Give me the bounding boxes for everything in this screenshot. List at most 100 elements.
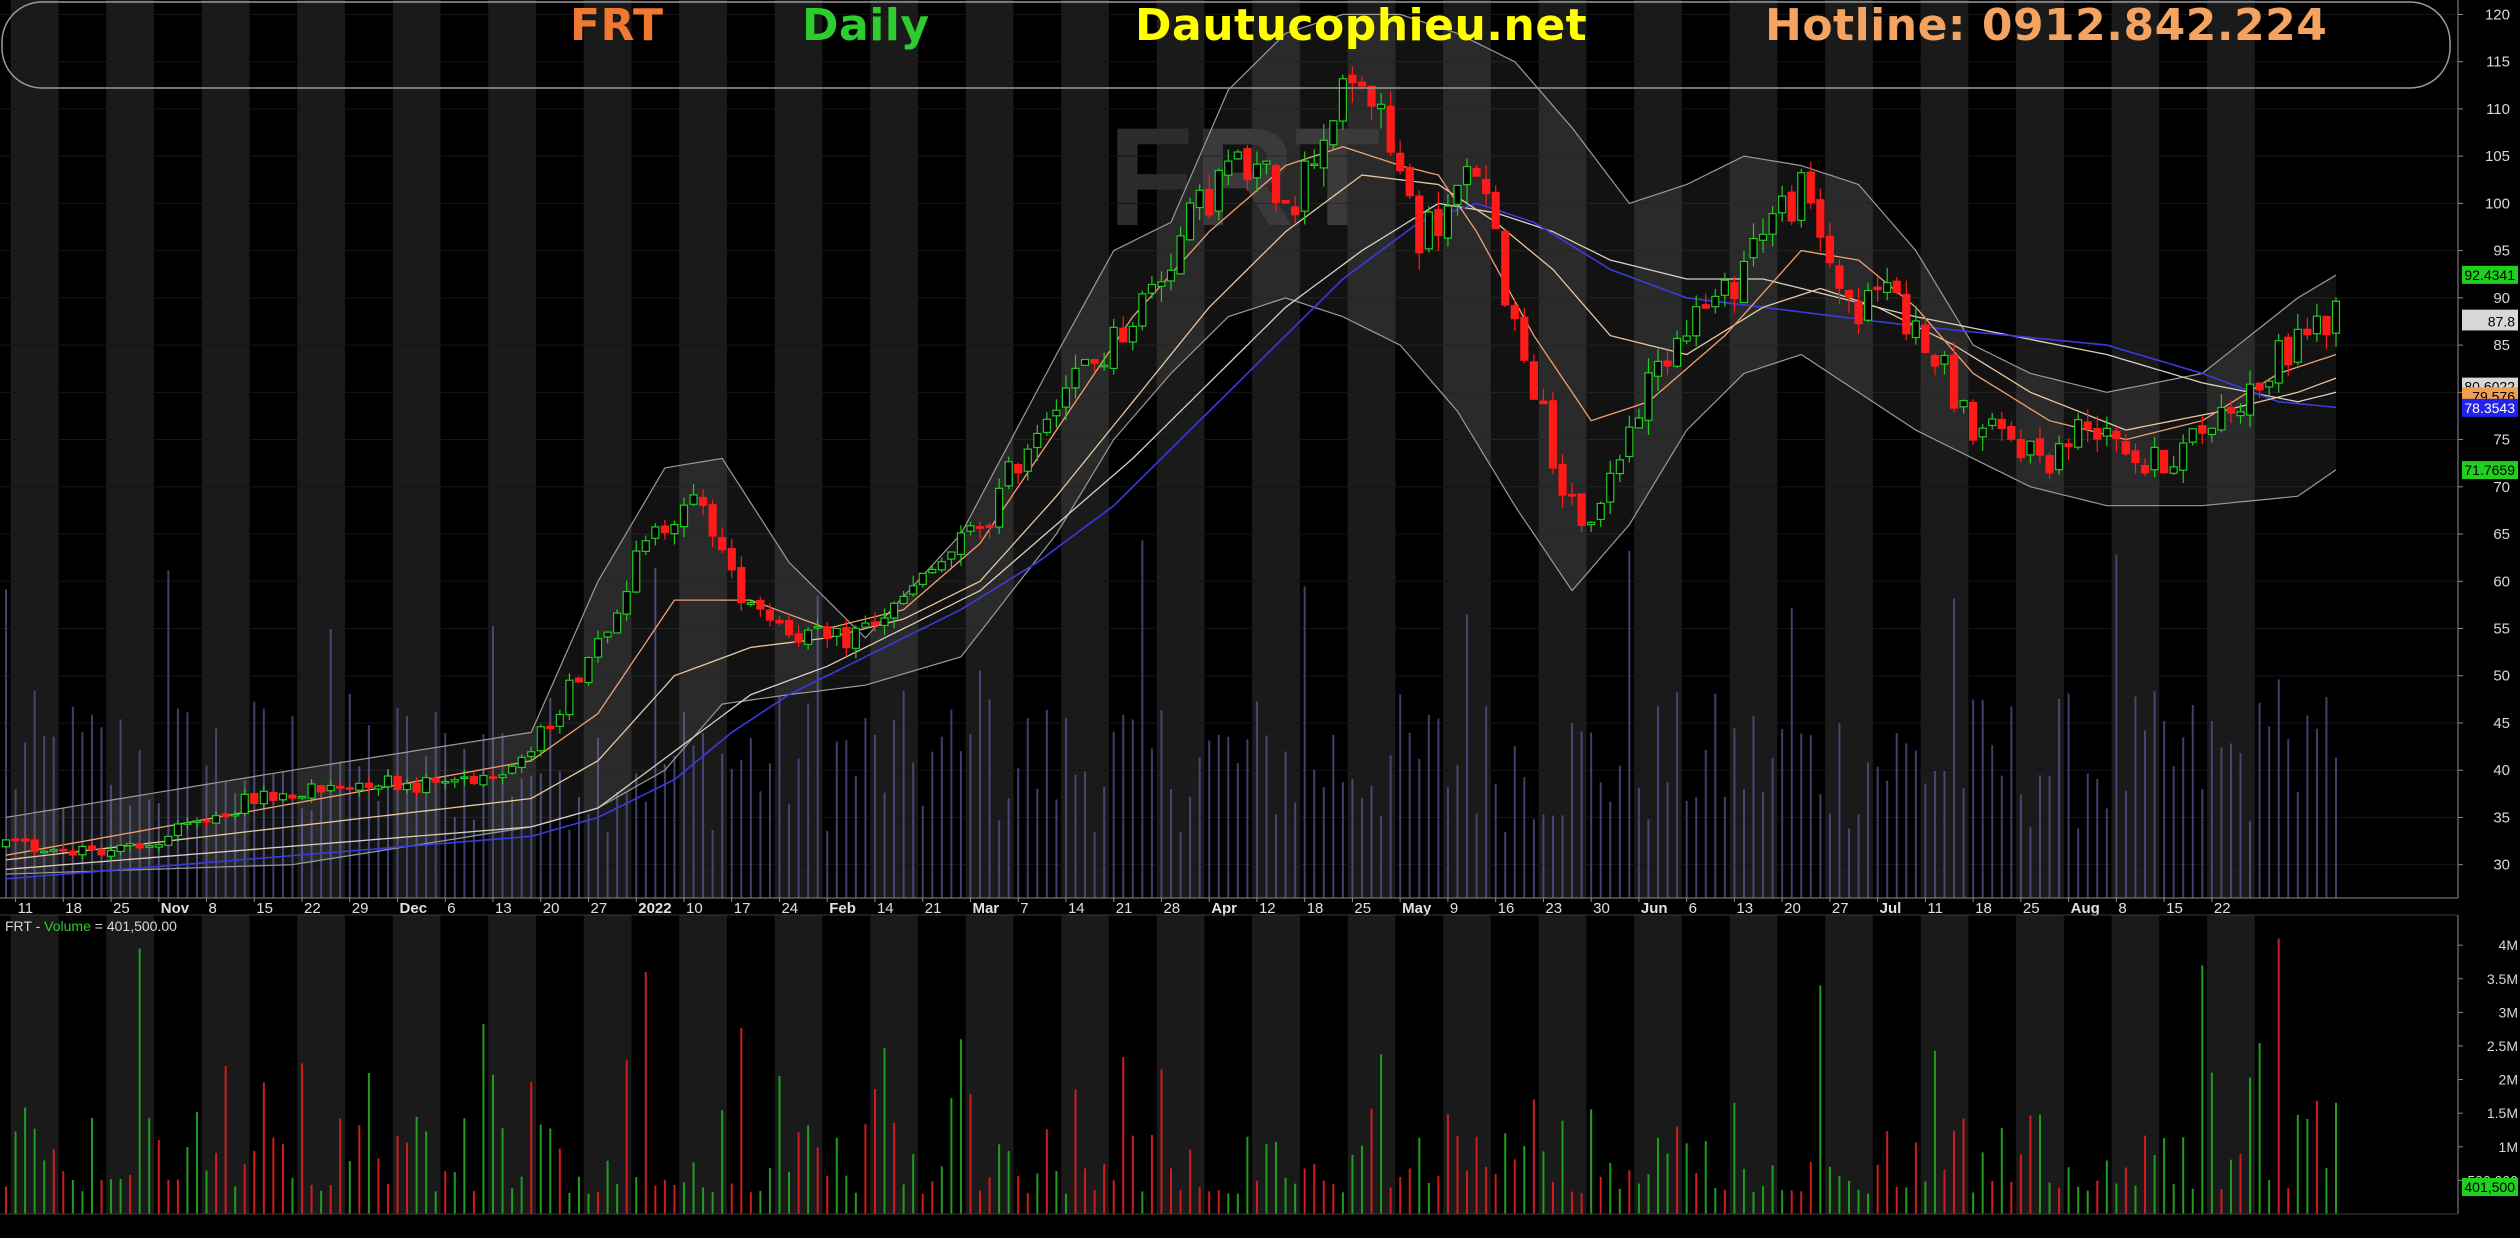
- overlay-volume-bar: [1103, 786, 1106, 898]
- candle-down: [1014, 464, 1023, 474]
- candle-down: [2083, 421, 2092, 430]
- volume-tick-label: 1M: [2499, 1139, 2518, 1155]
- price-tick-label: 110: [2486, 101, 2510, 118]
- volume-band: [1825, 915, 1873, 1214]
- candle-up: [2188, 428, 2197, 443]
- candle-up: [1644, 372, 1653, 421]
- date-tick-label: 14: [1068, 900, 1085, 917]
- candle-down: [202, 819, 211, 823]
- overlay-volume-bar: [2258, 702, 2261, 898]
- candle-up: [1195, 189, 1204, 209]
- candle-up: [1778, 195, 1787, 214]
- candle-up: [1166, 269, 1176, 282]
- volume-tick-label: 3.5M: [2487, 971, 2518, 987]
- candle-down: [1997, 418, 2006, 430]
- candle-up: [2274, 340, 2283, 384]
- overlay-volume-bar: [2124, 790, 2127, 898]
- candle-up: [1033, 432, 1042, 449]
- price-tick-label: 45: [2493, 715, 2510, 732]
- price-band: [106, 0, 155, 898]
- candle-down: [1730, 282, 1739, 299]
- overlay-volume-bar: [1026, 717, 1029, 898]
- candle-up: [1673, 337, 1682, 367]
- candle-down: [345, 787, 354, 790]
- overlay-volume-bar: [1981, 699, 1984, 898]
- candle-up: [1587, 521, 1596, 526]
- overlay-volume-bar: [1800, 733, 1803, 898]
- candle-up: [1940, 354, 1949, 365]
- date-tick-label: 25: [2023, 900, 2040, 917]
- candle-down: [870, 621, 880, 626]
- overlay-volume-bar: [1914, 750, 1917, 898]
- overlay-volume-bar: [1676, 692, 1679, 898]
- candle-up: [746, 602, 755, 605]
- candle-up: [49, 849, 58, 852]
- overlay-volume-bar: [893, 719, 896, 898]
- volume-title-value: = 401,500.00: [90, 918, 177, 934]
- candle-up: [689, 494, 698, 505]
- overlay-volume-bar: [1380, 816, 1383, 898]
- overlay-volume-bar: [807, 703, 810, 898]
- hotline-text: Hotline: 0912.842.224: [1765, 0, 2328, 51]
- price-tick-label: 35: [2493, 809, 2510, 826]
- date-tick-label: 11: [1927, 900, 1943, 917]
- overlay-volume-bar: [702, 732, 705, 898]
- candle-down: [317, 785, 326, 793]
- candle-up: [1310, 163, 1319, 167]
- candle-up: [2150, 446, 2159, 471]
- candle-up: [651, 526, 660, 539]
- overlay-volume-bar: [1685, 800, 1688, 898]
- date-tick-label: 30: [1593, 900, 1610, 917]
- candle-down: [1405, 166, 1414, 197]
- date-tick-label: 23: [1545, 900, 1562, 917]
- candle-up: [1147, 283, 1157, 294]
- overlay-volume-bar: [1905, 743, 1908, 898]
- candle-up: [145, 845, 154, 848]
- candle-down: [1205, 188, 1214, 216]
- price-tick-label: 70: [2493, 479, 2510, 496]
- overlay-volume-bar: [1466, 614, 1469, 898]
- candle-up: [1262, 160, 1271, 165]
- overlay-volume-bar: [1360, 797, 1363, 898]
- overlay-volume-bar: [1876, 766, 1879, 898]
- candle-down: [1090, 358, 1099, 364]
- overlay-volume-bar: [1485, 706, 1488, 898]
- date-tick-label: 21: [1116, 900, 1133, 917]
- overlay-volume-bar: [568, 829, 571, 898]
- candle-down: [1816, 199, 1825, 238]
- candle-down: [1348, 74, 1357, 84]
- overlay-volume-bar: [2306, 715, 2309, 898]
- overlay-volume-bar: [1351, 779, 1354, 898]
- overlay-volume-bar: [1628, 550, 1631, 898]
- candle-down: [1844, 289, 1854, 299]
- date-tick-label: 9: [1450, 900, 1458, 917]
- candle-down: [2007, 425, 2016, 440]
- candle-up: [1233, 151, 1242, 160]
- overlay-volume-bar: [1962, 788, 1965, 898]
- price-tick-label: 90: [2493, 290, 2510, 307]
- candle-up: [861, 622, 870, 628]
- date-tick-label: Jun: [1641, 900, 1668, 917]
- overlay-volume-bar: [1332, 735, 1335, 898]
- date-tick-label: 10: [686, 900, 703, 917]
- overlay-volume-bar: [1714, 693, 1717, 898]
- candle-up: [78, 845, 87, 856]
- overlay-volume-bar: [1475, 813, 1478, 898]
- overlay-volume-bar: [1294, 802, 1297, 898]
- overlay-volume-bar: [797, 758, 800, 898]
- candle-down: [842, 627, 851, 649]
- candle-up: [1023, 448, 1032, 472]
- candle-up: [1682, 335, 1691, 342]
- candle-up: [1138, 293, 1147, 327]
- overlay-volume-bar: [1742, 789, 1745, 898]
- candle-up: [613, 612, 622, 634]
- candle-up: [928, 568, 937, 574]
- candle-up: [1157, 281, 1166, 287]
- volume-tick-label: 1.5M: [2487, 1105, 2518, 1121]
- volume-band: [106, 915, 155, 1214]
- overlay-volume-bar: [1886, 780, 1889, 898]
- candle-up: [1653, 360, 1663, 377]
- overlay-volume-bar: [2210, 720, 2213, 898]
- volume-band: [488, 915, 536, 1214]
- date-tick-label: 29: [352, 900, 369, 917]
